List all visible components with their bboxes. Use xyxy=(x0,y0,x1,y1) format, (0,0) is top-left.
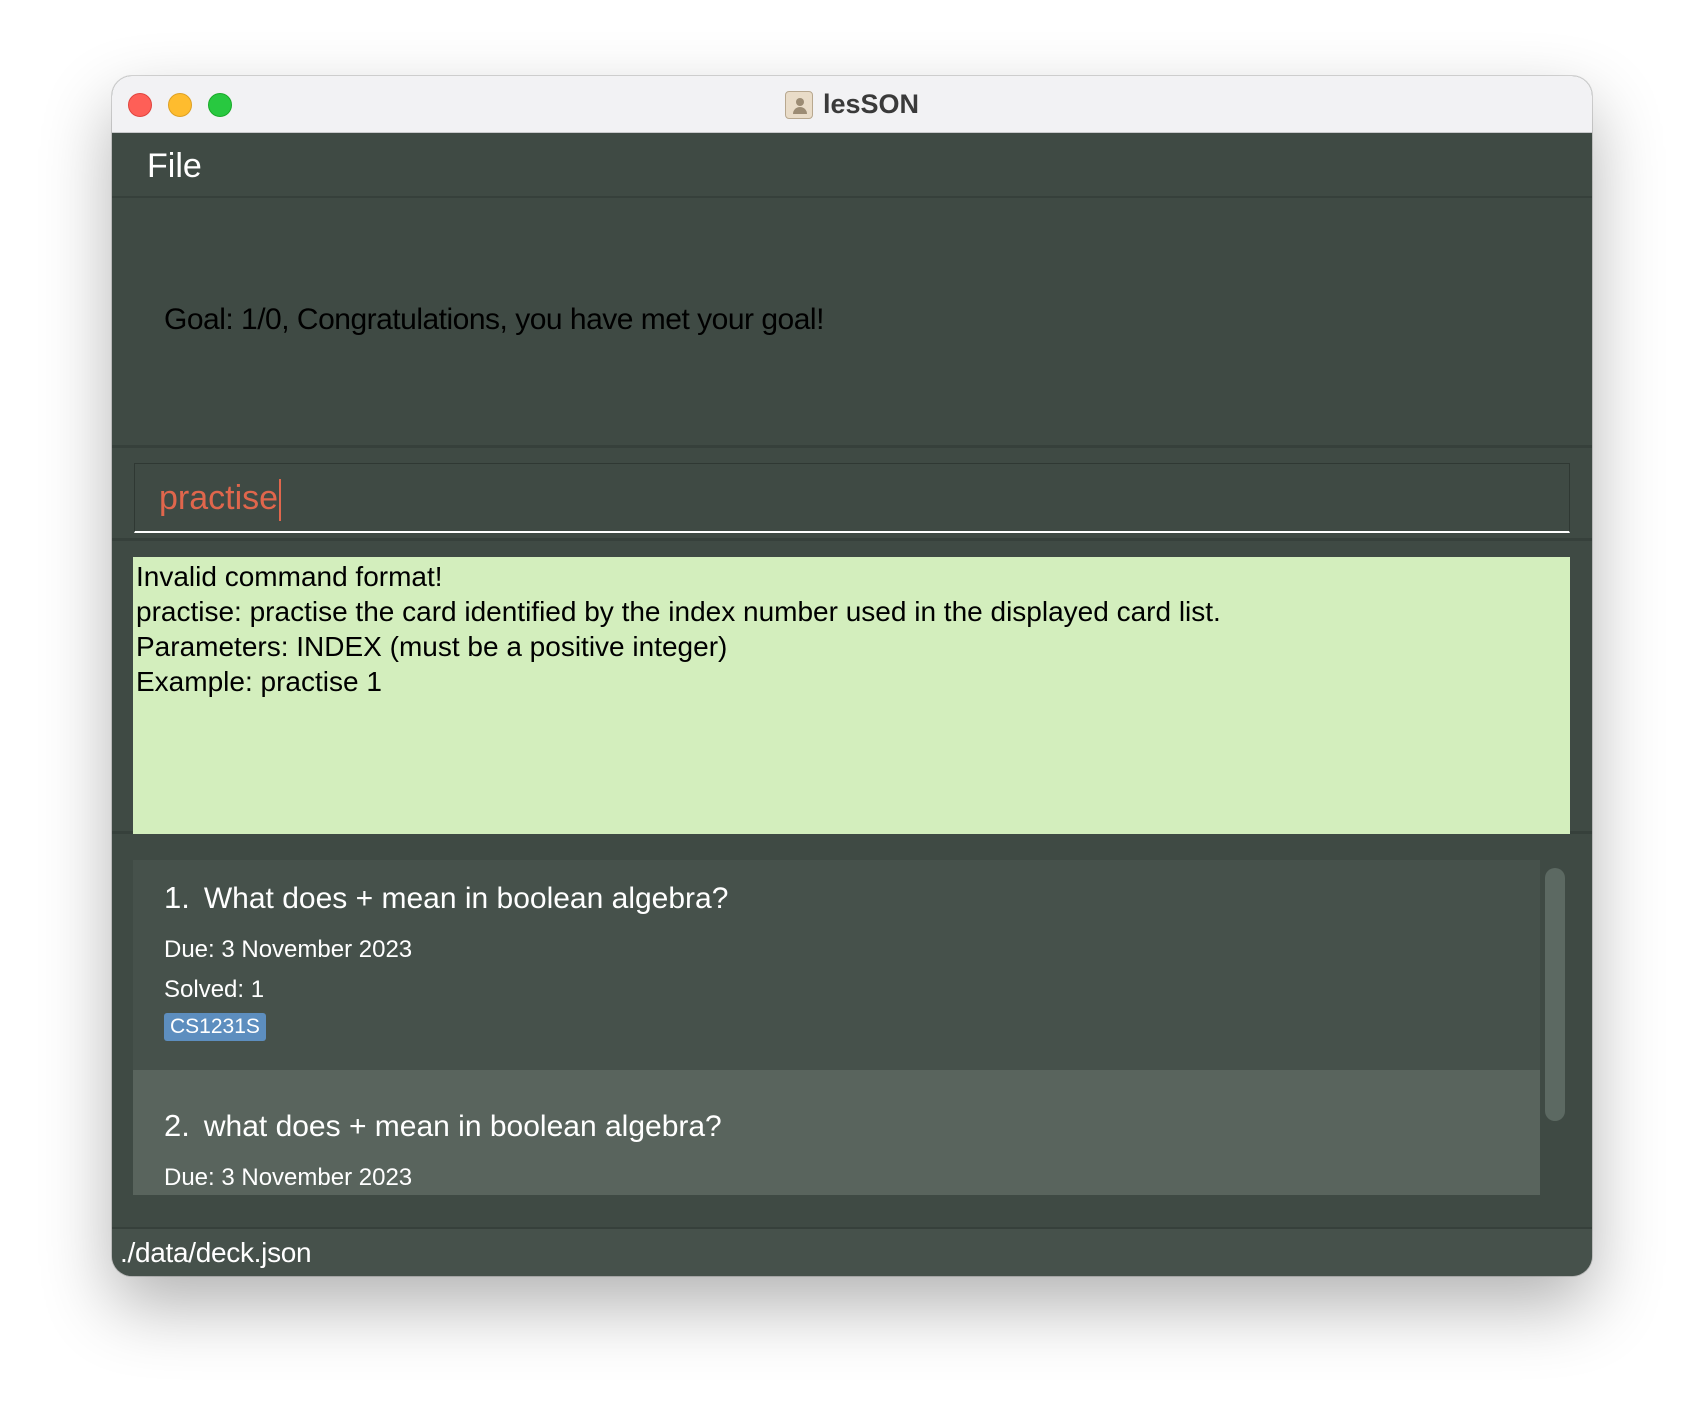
result-line: Parameters: INDEX (must be a positive in… xyxy=(136,631,728,662)
save-file-path: ./data/deck.json xyxy=(120,1237,312,1268)
result-line: practise: practise the card identified b… xyxy=(136,596,1221,627)
card-index: 1. xyxy=(164,880,190,915)
card-list-scrollbar[interactable] xyxy=(1545,868,1565,1121)
card-list-item[interactable]: 1. What does + mean in boolean algebra? … xyxy=(133,860,1540,1070)
status-bar: ./data/deck.json xyxy=(112,1227,1592,1276)
command-input[interactable]: practise xyxy=(134,463,1570,533)
window-title: lesSON xyxy=(822,89,920,119)
card-list-item[interactable]: 2. what does + mean in boolean algebra? … xyxy=(133,1070,1540,1195)
result-display[interactable]: Invalid command format! practise: practi… xyxy=(133,557,1570,834)
card-index: 2. xyxy=(164,1108,190,1143)
card-question: what does + mean in boolean algebra? xyxy=(203,1110,722,1143)
command-panel: practise xyxy=(112,451,1592,541)
card-solved-count: Solved: 1 xyxy=(164,976,265,1003)
app-contacts-icon xyxy=(784,90,813,119)
menu-bar: File xyxy=(112,133,1592,198)
card-header: 2. what does + mean in boolean algebra? xyxy=(164,1108,722,1144)
result-line: Invalid command format! xyxy=(136,561,443,592)
card-list[interactable]: 1. What does + mean in boolean algebra? … xyxy=(112,837,1592,1195)
card-question: What does + mean in boolean algebra? xyxy=(203,882,729,915)
card-header: 1. What does + mean in boolean algebra? xyxy=(164,880,728,916)
goal-panel: Goal: 1/0, Congratulations, you have met… xyxy=(112,198,1592,448)
result-panel: Invalid command format! practise: practi… xyxy=(112,544,1592,834)
goal-status-text: Goal: 1/0, Congratulations, you have met… xyxy=(164,303,824,336)
card-due-date: Due: 3 November 2023 xyxy=(164,936,413,963)
title-bar[interactable]: lesSON xyxy=(112,76,1592,133)
card-tag: CS1231S xyxy=(164,1013,266,1041)
card-due-date: Due: 3 November 2023 xyxy=(164,1164,413,1191)
text-caret xyxy=(279,479,282,522)
command-input-value: practise xyxy=(159,479,282,522)
app-window: lesSON File Goal: 1/0, Congratulations, … xyxy=(112,76,1592,1276)
result-line: Example: practise 1 xyxy=(136,666,382,697)
menu-file[interactable]: File xyxy=(147,147,202,186)
window-title-group: lesSON xyxy=(112,76,1592,133)
